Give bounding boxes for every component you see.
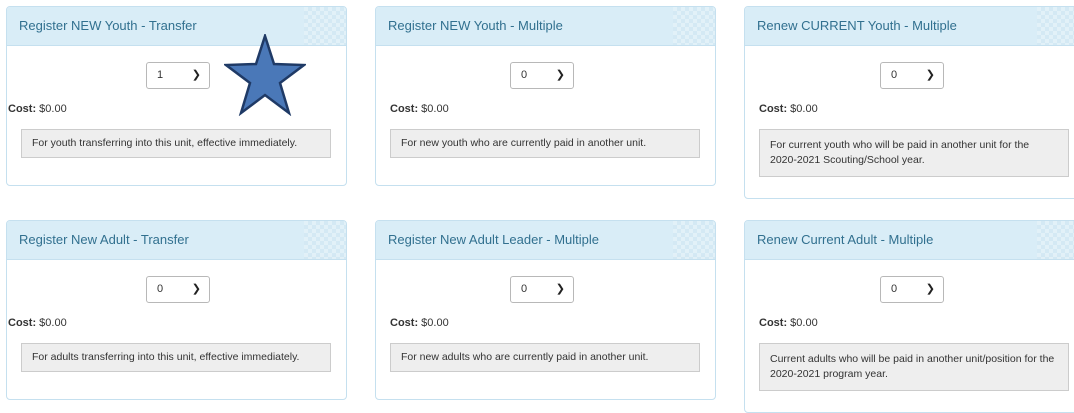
description-box: For new youth who are currently paid in … [390, 129, 700, 158]
card-header: Register NEW Youth - Multiple [376, 7, 715, 46]
card-title: Register New Adult Leader - Multiple [388, 232, 599, 247]
card-title: Register NEW Youth - Transfer [19, 18, 197, 33]
description-text: For current youth who will be paid in an… [770, 139, 1030, 166]
select-value: 0 [521, 283, 528, 295]
description-text: For youth transferring into this unit, e… [32, 137, 298, 149]
header-pattern [304, 7, 346, 45]
card-title: Register New Adult - Transfer [19, 232, 189, 247]
card-header: Renew Current Adult - Multiple [745, 221, 1074, 260]
card-register-new-adult-leader-multiple: Register New Adult Leader - Multiple 0 ❯… [375, 220, 716, 400]
cost-value: $0.00 [790, 317, 818, 329]
header-pattern [304, 221, 346, 259]
cost-label: Cost: [8, 317, 37, 329]
select-value: 0 [891, 69, 898, 81]
star-icon [224, 34, 306, 116]
description-text: For new adults who are currently paid in… [401, 351, 649, 363]
card-register-new-adult-transfer: Register New Adult - Transfer 0 ❯ Cost: … [6, 220, 347, 400]
chevron-down-icon: ❯ [191, 283, 201, 295]
description-box: Current adults who will be paid in anoth… [759, 343, 1069, 391]
card-header: Renew CURRENT Youth - Multiple [745, 7, 1074, 46]
description-text: For adults transferring into this unit, … [32, 351, 300, 363]
select-value: 0 [521, 69, 528, 81]
cost-value: $0.00 [421, 317, 449, 329]
description-box: For youth transferring into this unit, e… [21, 129, 331, 158]
cost-line: Cost: $0.00 [390, 317, 449, 329]
chevron-down-icon: ❯ [555, 69, 565, 81]
quantity-select[interactable]: 0 ❯ [146, 276, 210, 303]
header-pattern [673, 7, 715, 45]
cost-label: Cost: [759, 317, 788, 329]
cost-value: $0.00 [421, 103, 449, 115]
card-title: Renew Current Adult - Multiple [757, 232, 934, 247]
cost-label: Cost: [759, 103, 788, 115]
select-value: 0 [157, 283, 164, 295]
header-pattern [673, 221, 715, 259]
cost-value: $0.00 [790, 103, 818, 115]
select-value: 1 [157, 69, 164, 81]
cost-line: Cost: $0.00 [759, 103, 818, 115]
chevron-down-icon: ❯ [925, 283, 935, 295]
card-title: Renew CURRENT Youth - Multiple [757, 18, 957, 33]
card-header: Register New Adult - Transfer [7, 221, 346, 260]
quantity-select[interactable]: 0 ❯ [510, 62, 574, 89]
cost-label: Cost: [390, 317, 419, 329]
card-renew-current-youth-multiple: Renew CURRENT Youth - Multiple 0 ❯ Cost:… [744, 6, 1074, 199]
card-header: Register New Adult Leader - Multiple [376, 221, 715, 260]
select-value: 0 [891, 283, 898, 295]
cost-line: Cost: $0.00 [390, 103, 449, 115]
cost-label: Cost: [390, 103, 419, 115]
chevron-down-icon: ❯ [555, 283, 565, 295]
quantity-select[interactable]: 0 ❯ [510, 276, 574, 303]
card-register-new-youth-multiple: Register NEW Youth - Multiple 0 ❯ Cost: … [375, 6, 716, 186]
chevron-down-icon: ❯ [925, 69, 935, 81]
description-text: Current adults who will be paid in anoth… [770, 353, 1055, 380]
header-pattern [1037, 221, 1074, 259]
quantity-select[interactable]: 1 ❯ [146, 62, 210, 89]
cost-label: Cost: [8, 103, 37, 115]
card-title: Register NEW Youth - Multiple [388, 18, 563, 33]
chevron-down-icon: ❯ [191, 69, 201, 81]
cost-value: $0.00 [39, 317, 67, 329]
description-text: For new youth who are currently paid in … [401, 137, 647, 149]
cost-line: Cost: $0.00 [8, 317, 67, 329]
quantity-select[interactable]: 0 ❯ [880, 276, 944, 303]
description-box: For adults transferring into this unit, … [21, 343, 331, 372]
card-renew-current-adult-multiple: Renew Current Adult - Multiple 0 ❯ Cost:… [744, 220, 1074, 413]
description-box: For current youth who will be paid in an… [759, 129, 1069, 177]
cost-value: $0.00 [39, 103, 67, 115]
quantity-select[interactable]: 0 ❯ [880, 62, 944, 89]
header-pattern [1037, 7, 1074, 45]
cost-line: Cost: $0.00 [8, 103, 67, 115]
cost-line: Cost: $0.00 [759, 317, 818, 329]
description-box: For new adults who are currently paid in… [390, 343, 700, 372]
